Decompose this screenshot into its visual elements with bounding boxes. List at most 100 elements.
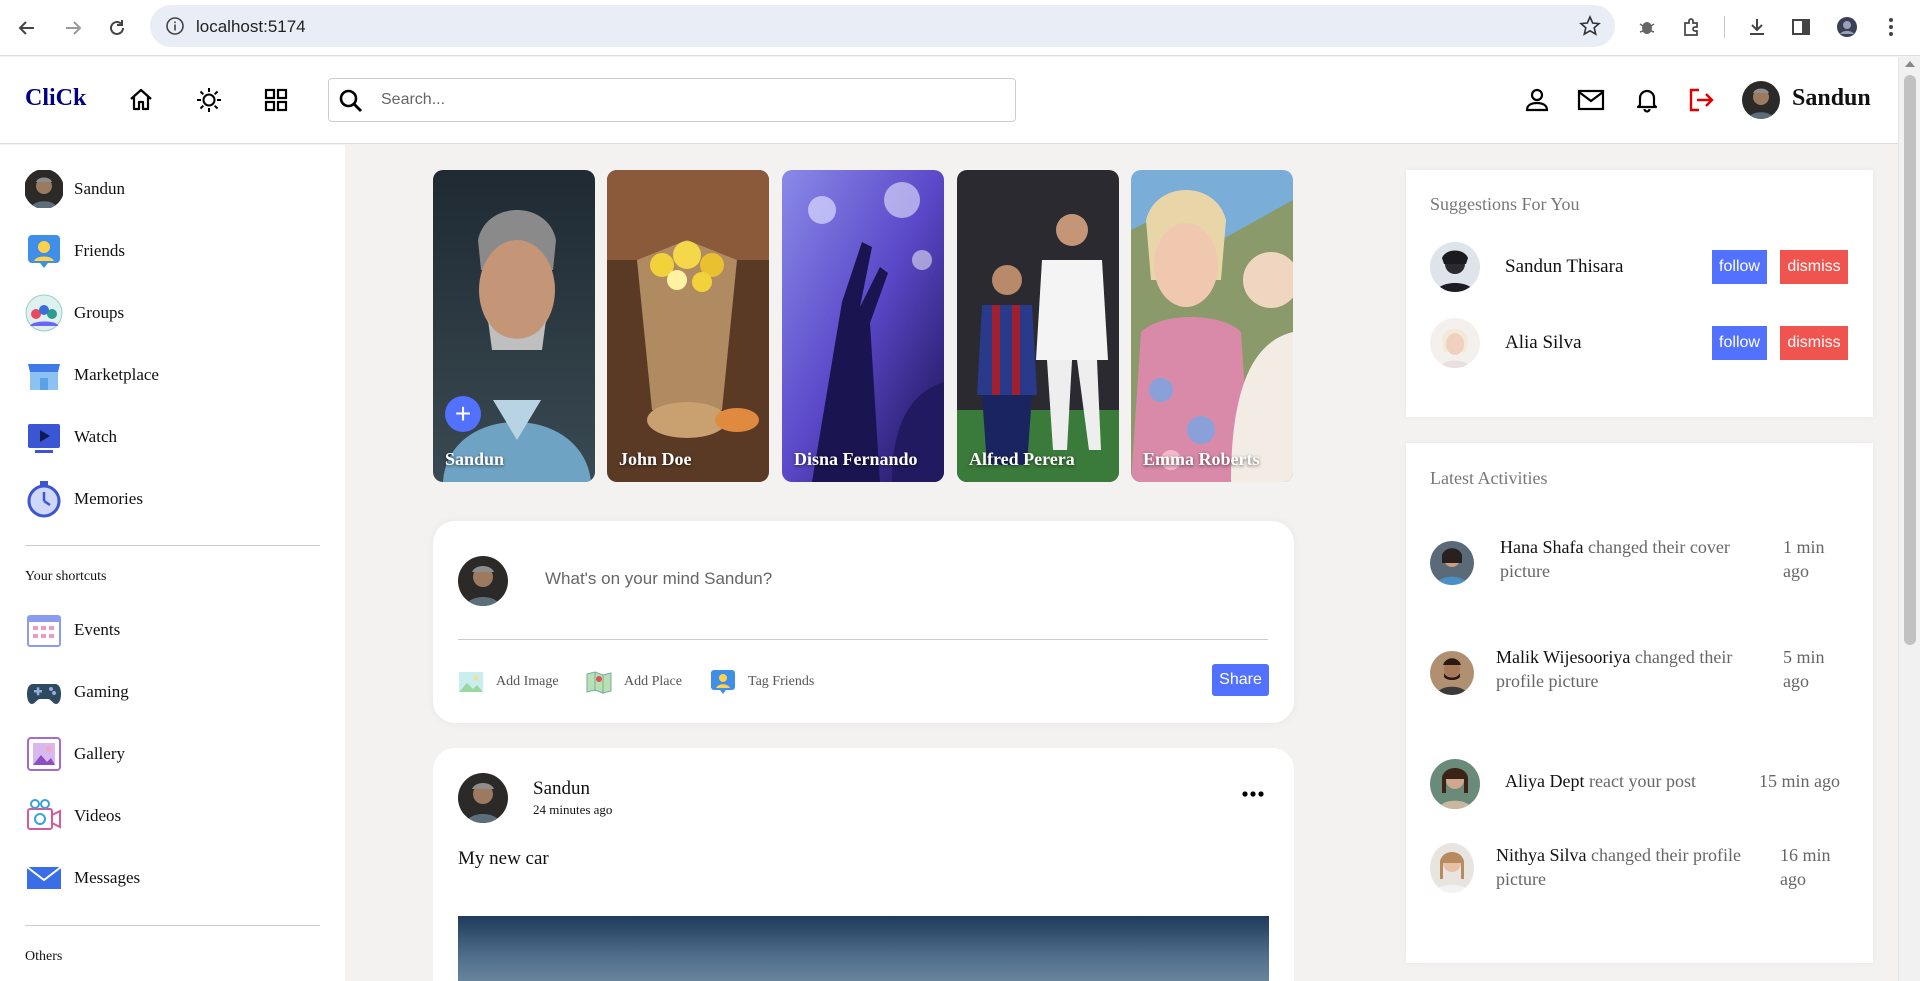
url-text[interactable]: localhost:5174 xyxy=(196,17,306,37)
post-text: My new car xyxy=(458,848,549,869)
navbar-user-avatar[interactable] xyxy=(1742,81,1780,119)
activity-avatar[interactable] xyxy=(1430,651,1474,695)
profile-avatar-icon[interactable] xyxy=(1832,12,1862,42)
suggestion-avatar[interactable] xyxy=(1430,318,1480,368)
sidebar-divider xyxy=(25,545,320,546)
address-bar[interactable]: localhost:5174 xyxy=(150,5,1615,47)
suggestions-card: Suggestions For You Sandun Thisara follo… xyxy=(1406,170,1873,417)
apps-grid-icon[interactable] xyxy=(259,83,293,117)
profile-person-icon[interactable] xyxy=(1520,83,1554,117)
sidebar-item-groups[interactable]: Groups xyxy=(24,293,124,333)
suggestion-avatar[interactable] xyxy=(1430,242,1480,292)
activity-user[interactable]: Malik Wijesooriya xyxy=(1496,647,1630,667)
post-input[interactable]: What's on your mind Sandun? xyxy=(545,569,772,589)
story-card[interactable]: Disna Fernando xyxy=(782,170,944,482)
scrollbar-thumb[interactable] xyxy=(1904,75,1916,645)
activity-avatar[interactable] xyxy=(1430,759,1480,809)
friends-icon xyxy=(24,231,64,271)
side-panel-icon[interactable] xyxy=(1786,12,1816,42)
browser-menu-icon[interactable] xyxy=(1876,12,1906,42)
forward-icon[interactable] xyxy=(57,12,89,44)
sidebar-item-events[interactable]: Events xyxy=(24,610,120,650)
activity-user[interactable]: Aliya Dept xyxy=(1505,771,1584,791)
sidebar-item-messages[interactable]: Messages xyxy=(24,858,140,898)
navbar-user-name[interactable]: Sandun xyxy=(1792,85,1871,112)
share-button[interactable]: Share xyxy=(1212,664,1269,696)
activity-time: 1 min ago xyxy=(1783,537,1825,581)
dismiss-button[interactable]: dismiss xyxy=(1780,326,1848,360)
sidebar-item-memories[interactable]: Memories xyxy=(24,479,143,519)
post-timestamp: 24 minutes ago xyxy=(533,802,613,817)
others-heading: Others xyxy=(25,949,63,964)
reload-icon[interactable] xyxy=(101,12,133,44)
story-card[interactable]: John Doe xyxy=(607,170,769,482)
sidebar-item-label: Messages xyxy=(74,868,141,887)
activities-title: Latest Activities xyxy=(1430,468,1548,488)
sidebar-item-label: Friends xyxy=(74,241,125,260)
mail-icon[interactable] xyxy=(1574,83,1608,117)
add-place-button[interactable]: Add Place xyxy=(586,669,682,695)
add-place-label: Add Place xyxy=(624,674,682,689)
extension-bug-icon[interactable] xyxy=(1632,12,1662,42)
activity-row: Aliya Dept react your post 15 min ago xyxy=(1430,759,1850,811)
suggestion-name[interactable]: Sandun Thisara xyxy=(1505,256,1623,278)
gaming-icon xyxy=(24,672,64,712)
sidebar-item-marketplace[interactable]: Marketplace xyxy=(24,355,159,395)
follow-button[interactable]: follow xyxy=(1712,326,1767,360)
activity-user[interactable]: Hana Shafa xyxy=(1500,537,1583,557)
page-scrollbar[interactable] xyxy=(1898,57,1920,981)
tag-friends-label: Tag Friends xyxy=(748,674,815,689)
story-name: Sandun xyxy=(445,449,505,469)
story-card[interactable]: + Sandun xyxy=(433,170,595,482)
post-author-avatar[interactable] xyxy=(458,773,508,823)
story-card[interactable]: Emma Roberts xyxy=(1131,170,1293,482)
sidebar-item-gallery[interactable]: Gallery xyxy=(24,734,125,774)
site-info-icon[interactable] xyxy=(165,16,185,41)
dismiss-button[interactable]: dismiss xyxy=(1780,250,1848,284)
back-icon[interactable] xyxy=(11,12,43,44)
story-name: Emma Roberts xyxy=(1143,449,1260,469)
memories-icon xyxy=(24,479,64,519)
sidebar-item-profile[interactable]: Sandun xyxy=(24,169,125,209)
more-options-icon[interactable] xyxy=(1242,784,1264,802)
suggestion-row: Alia Silva follow dismiss xyxy=(1430,318,1850,368)
extensions-puzzle-icon[interactable] xyxy=(1676,12,1706,42)
activity-text: Hana Shafa changed their cover picture xyxy=(1500,535,1770,583)
add-image-button[interactable]: Add Image xyxy=(458,669,559,695)
sidebar-item-videos[interactable]: Videos xyxy=(24,796,121,836)
download-icon[interactable] xyxy=(1742,12,1772,42)
groups-icon xyxy=(24,293,64,333)
story-card[interactable]: Alfred Perera xyxy=(957,170,1119,482)
activity-avatar[interactable] xyxy=(1430,541,1474,585)
activity-avatar[interactable] xyxy=(1430,843,1474,893)
search-icon xyxy=(338,88,364,119)
post-author-name[interactable]: Sandun xyxy=(533,778,590,800)
bookmark-star-icon[interactable] xyxy=(1579,15,1601,42)
sidebar-item-friends[interactable]: Friends xyxy=(24,231,125,271)
app-logo[interactable]: CliCk xyxy=(25,85,86,112)
browser-chrome: localhost:5174 xyxy=(0,0,1920,56)
suggestion-row: Sandun Thisara follow dismiss xyxy=(1430,242,1850,292)
post-image[interactable] xyxy=(458,916,1269,981)
suggestion-name[interactable]: Alia Silva xyxy=(1505,332,1582,354)
scroll-up-arrow-icon[interactable] xyxy=(1905,61,1915,67)
sidebar-item-watch[interactable]: Watch xyxy=(24,417,117,457)
tag-friends-button[interactable]: Tag Friends xyxy=(710,669,814,695)
follow-button[interactable]: follow xyxy=(1712,250,1767,284)
top-navbar: CliCk Sandun xyxy=(0,57,1898,144)
logout-icon[interactable] xyxy=(1684,83,1718,117)
home-icon[interactable] xyxy=(124,83,158,117)
add-story-button[interactable]: + xyxy=(445,396,481,432)
toolbar-separator xyxy=(1724,16,1725,38)
activity-user[interactable]: Nithya Silva xyxy=(1496,845,1587,865)
notifications-bell-icon[interactable] xyxy=(1630,83,1664,117)
sidebar-item-gaming[interactable]: Gaming xyxy=(24,672,129,712)
sidebar-item-label: Marketplace xyxy=(74,365,159,384)
story-image xyxy=(433,170,595,482)
latest-activities-card: Latest Activities Hana Shafa changed the… xyxy=(1406,443,1873,963)
sidebar-item-label: Videos xyxy=(74,806,122,825)
search-input[interactable] xyxy=(381,88,981,112)
search-box[interactable] xyxy=(328,78,1016,122)
story-name: John Doe xyxy=(619,449,692,469)
theme-toggle-sun-icon[interactable] xyxy=(192,83,226,117)
